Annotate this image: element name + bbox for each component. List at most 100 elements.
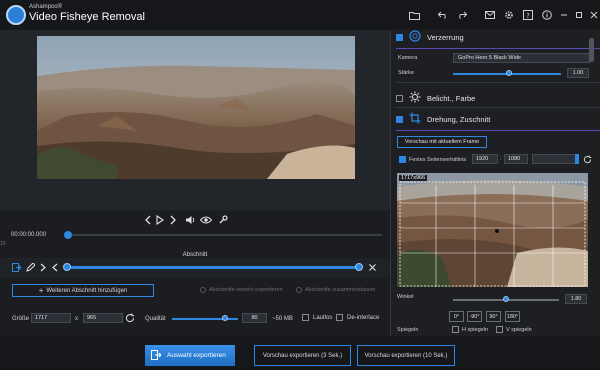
svg-text:?: ?: [526, 12, 530, 20]
camera-value: GoPro Hero 5 Black Wide: [458, 55, 521, 61]
rotate-section-header[interactable]: Drehung, Zuschnitt: [396, 109, 600, 129]
quality-field[interactable]: 80: [242, 313, 267, 323]
add-section-button[interactable]: + Weiteren Abschnitt hinzufügen: [12, 284, 154, 297]
strength-label: Stärke: [398, 70, 414, 76]
volume-icon[interactable]: [184, 214, 196, 226]
width-field[interactable]: 1717: [31, 313, 71, 323]
export-merge-label: Abschnitte zusammenfassen: [305, 287, 376, 293]
angle-0-button[interactable]: 0°: [449, 311, 464, 322]
section-start-handle[interactable]: [63, 263, 71, 271]
angle-field[interactable]: 1.80: [565, 294, 587, 304]
section-next-icon[interactable]: [39, 262, 47, 272]
eye-icon[interactable]: [200, 214, 212, 226]
exposure-section-header[interactable]: Belicht., Farbe: [396, 88, 600, 108]
app-title: Video Fisheye Removal: [29, 11, 145, 23]
quality-slider[interactable]: [172, 318, 238, 320]
angle-90-button[interactable]: 90°: [486, 311, 501, 322]
size-estimate: ~50 MB: [272, 316, 293, 322]
quality-slider-handle[interactable]: [221, 315, 228, 321]
prev-frame-icon[interactable]: [143, 214, 153, 226]
section-range-track[interactable]: [68, 266, 359, 269]
section-end-handle[interactable]: [355, 263, 363, 271]
reset-size-icon[interactable]: [124, 312, 136, 324]
section-delete-icon[interactable]: [367, 262, 377, 272]
section-divider: [396, 48, 600, 49]
wrench-icon[interactable]: [217, 214, 229, 226]
redo-icon[interactable]: [454, 7, 470, 23]
help-icon[interactable]: ?: [520, 7, 536, 23]
play-icon[interactable]: [155, 214, 165, 226]
angle-minus90-button[interactable]: -90°: [467, 311, 482, 322]
section-divider: [396, 130, 600, 131]
settings-icon[interactable]: [501, 7, 517, 23]
deinterlace-checkbox[interactable]: De-interlace: [336, 314, 379, 321]
lens-icon: [409, 30, 421, 44]
section-divider: [396, 82, 600, 83]
video-preview: [37, 36, 355, 179]
timecode: 00:00:00.000: [11, 232, 47, 238]
checkbox-icon: [302, 314, 309, 321]
section-export-icon[interactable]: [11, 262, 21, 272]
export-selection-label: Auswahl exportieren: [167, 352, 226, 359]
section-prev-icon[interactable]: [51, 262, 59, 272]
checkbox-icon: [452, 326, 459, 333]
angle-label: Winkel: [397, 294, 414, 300]
side-number: 10: [0, 241, 6, 247]
exposure-checkbox[interactable]: [396, 94, 403, 102]
mail-icon[interactable]: [482, 7, 498, 23]
ratio-preset-select[interactable]: [532, 154, 578, 164]
distortion-section-header[interactable]: Verzerrung: [396, 27, 600, 47]
mirror-h-checkbox[interactable]: H spiegeln: [452, 326, 488, 333]
ratio-separator: :: [500, 156, 502, 162]
radio-icon: [200, 287, 206, 293]
rotate-title: Drehung, Zuschnitt: [427, 114, 491, 124]
checkbox-icon: [399, 156, 406, 163]
camera-select[interactable]: GoPro Hero 5 Black Wide: [453, 53, 590, 63]
rotate-checkbox[interactable]: [396, 115, 403, 123]
angle-180-button[interactable]: 180°: [505, 311, 520, 322]
sun-icon: [409, 91, 421, 105]
radio-icon: [296, 287, 302, 293]
deinterlace-label: De-interlace: [347, 314, 380, 321]
distortion-checkbox[interactable]: [396, 33, 403, 41]
crop-icon: [409, 112, 421, 126]
preview-export-10s-button[interactable]: Vorschau exportieren (10 Sek.): [357, 345, 455, 366]
export-single-option[interactable]: Abschnitte einzeln exportieren: [200, 287, 283, 293]
fixed-ratio-label: Festes Seitenverhältnis: [409, 156, 467, 163]
size-separator: x: [75, 316, 78, 322]
export-icon: [151, 349, 162, 362]
height-field[interactable]: 965: [83, 313, 123, 323]
quality-label: Qualität: [145, 316, 166, 322]
info-icon[interactable]: [539, 7, 555, 23]
edit-icon[interactable]: [25, 262, 35, 272]
next-frame-icon[interactable]: [168, 214, 178, 226]
crop-preview[interactable]: 1717x966: [397, 173, 588, 287]
preview-export-3s-button[interactable]: Vorschau exportieren (3 Sek.): [254, 345, 351, 366]
mirror-v-checkbox[interactable]: V spiegeln: [496, 326, 532, 333]
export-merge-option[interactable]: Abschnitte zusammenfassen: [296, 287, 375, 293]
panel-scrollbar[interactable]: [589, 38, 594, 333]
ratio-dropdown-arrow-icon[interactable]: [575, 154, 579, 164]
ratio-width-field[interactable]: 1920: [472, 154, 498, 164]
size-label: Größe: [12, 316, 30, 322]
timeline-playhead[interactable]: [64, 231, 72, 239]
ratio-height-field[interactable]: 1080: [504, 154, 528, 164]
mirror-label: Spiegeln: [397, 327, 419, 333]
angle-slider-handle[interactable]: [503, 296, 509, 302]
minimize-icon[interactable]: [556, 7, 572, 23]
mirror-v-label: V spiegeln: [506, 326, 532, 333]
undo-icon[interactable]: [435, 7, 451, 23]
strength-field[interactable]: 1.00: [567, 68, 589, 78]
close-icon[interactable]: [586, 7, 600, 23]
section-divider: [396, 107, 600, 108]
preview-current-frame-button[interactable]: Vorschau mit aktuellem Frame: [397, 136, 487, 148]
app-logo: [6, 5, 26, 25]
folder-icon[interactable]: [406, 7, 422, 23]
distortion-title: Verzerrung: [427, 32, 464, 42]
maximize-icon[interactable]: [571, 7, 587, 23]
timeline-track[interactable]: [68, 234, 382, 236]
mute-checkbox[interactable]: Lautlos: [302, 314, 332, 321]
fixed-ratio-checkbox[interactable]: Festes Seitenverhältnis: [399, 156, 466, 163]
export-single-label: Abschnitte einzeln exportieren: [209, 287, 283, 293]
export-selection-button[interactable]: Auswahl exportieren: [145, 345, 235, 366]
